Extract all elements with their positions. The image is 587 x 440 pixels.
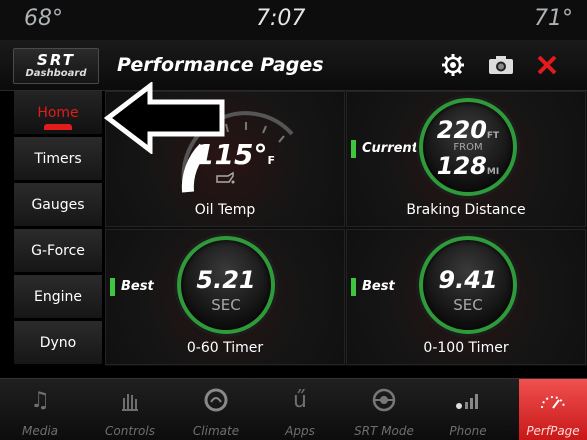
best-tag-0100: Best — [351, 278, 395, 296]
controls-hand-icon — [96, 386, 164, 414]
braking-mph-value: 128MI — [436, 152, 500, 180]
gear-icon — [442, 54, 464, 76]
music-note-icon: ♫ — [30, 387, 50, 413]
braking-distance-label: Braking Distance — [406, 202, 526, 218]
outside-temp-left: 68° — [24, 6, 63, 31]
sidebar-item-timers[interactable]: Timers — [14, 137, 102, 181]
nav-perfpage-label: PerfPage — [526, 424, 580, 438]
sidebar-item-g-force[interactable]: G-Force — [14, 229, 102, 273]
braking-gauge: 220FT FROM 128MI — [419, 98, 517, 196]
nav-apps-label: Apps — [285, 424, 315, 438]
sidebar-item-engine[interactable]: Engine — [14, 275, 102, 319]
tile-0-60-timer[interactable]: Best 5.21 SEC 0-60 Timer — [105, 229, 345, 365]
status-bar: 68° 7:07 71° — [0, 0, 587, 40]
timer-0100-value: 9.41 — [438, 266, 498, 294]
logo-srt-text: SRT — [37, 51, 75, 69]
nav-phone-label: Phone — [449, 424, 487, 438]
braking-feet-value: 220FT — [436, 116, 500, 144]
outside-temp-right: 71° — [534, 6, 573, 31]
nav-controls-label: Controls — [105, 424, 155, 438]
nav-srt-mode[interactable]: SRT Mode — [350, 379, 418, 440]
nav-media-label: Media — [21, 424, 59, 438]
nav-media[interactable]: ♫ Media — [6, 379, 74, 440]
page-title: Performance Pages — [117, 54, 324, 76]
nav-perfpage[interactable]: PerfPage — [519, 379, 587, 440]
current-tag: Current — [351, 140, 418, 158]
timer-060-unit: SEC — [211, 296, 241, 314]
performance-gauge-icon — [519, 386, 587, 414]
settings-button[interactable] — [436, 48, 470, 82]
camera-icon — [489, 56, 513, 74]
nav-climate-label: Climate — [192, 424, 240, 438]
nav-apps[interactable]: ű Apps — [266, 379, 334, 440]
close-button[interactable] — [530, 48, 564, 82]
timer-0100-unit: SEC — [453, 296, 483, 314]
climate-icon — [182, 386, 250, 414]
camera-button[interactable] — [484, 48, 518, 82]
logo-dashboard-text: Dashboard — [25, 68, 87, 79]
nav-srt-mode-label: SRT Mode — [354, 424, 414, 438]
timer-0100-gauge: 9.41 SEC — [419, 236, 517, 334]
clock: 7:07 — [256, 6, 306, 31]
sidebar-item-gauges[interactable]: Gauges — [14, 183, 102, 227]
phone-signal-icon — [434, 386, 502, 414]
close-icon — [537, 55, 557, 75]
nav-controls[interactable]: Controls — [96, 379, 164, 440]
timer-060-value: 5.21 — [196, 266, 256, 294]
nav-phone[interactable]: Phone — [434, 379, 502, 440]
srt-dashboard-logo: SRT Dashboard — [13, 48, 99, 84]
sidebar: Home Timers Gauges G-Force Engine Dyno — [14, 91, 102, 366]
best-tag-060: Best — [110, 278, 154, 296]
steering-wheel-icon — [350, 386, 418, 414]
sidebar-item-home[interactable]: Home — [14, 91, 102, 135]
nav-climate[interactable]: Climate — [182, 379, 250, 440]
timer-060-label: 0-60 Timer — [186, 340, 264, 356]
bottom-nav-bar: ♫ Media Controls Climate ű Apps SRT Mode… — [0, 378, 587, 440]
sidebar-item-dyno[interactable]: Dyno — [14, 321, 102, 365]
header: SRT Dashboard Performance Pages — [0, 40, 587, 91]
left-arrow-icon — [104, 82, 225, 154]
oil-temp-label: Oil Temp — [194, 202, 256, 218]
oil-can-icon — [216, 171, 235, 184]
timer-060-gauge: 5.21 SEC — [177, 236, 275, 334]
tile-braking-distance[interactable]: Current 220FT FROM 128MI Braking Distanc… — [346, 91, 586, 227]
tile-0-100-timer[interactable]: Best 9.41 SEC 0-100 Timer — [346, 229, 586, 365]
apps-icon: ű — [293, 387, 307, 413]
timer-0100-label: 0-100 Timer — [423, 340, 509, 356]
